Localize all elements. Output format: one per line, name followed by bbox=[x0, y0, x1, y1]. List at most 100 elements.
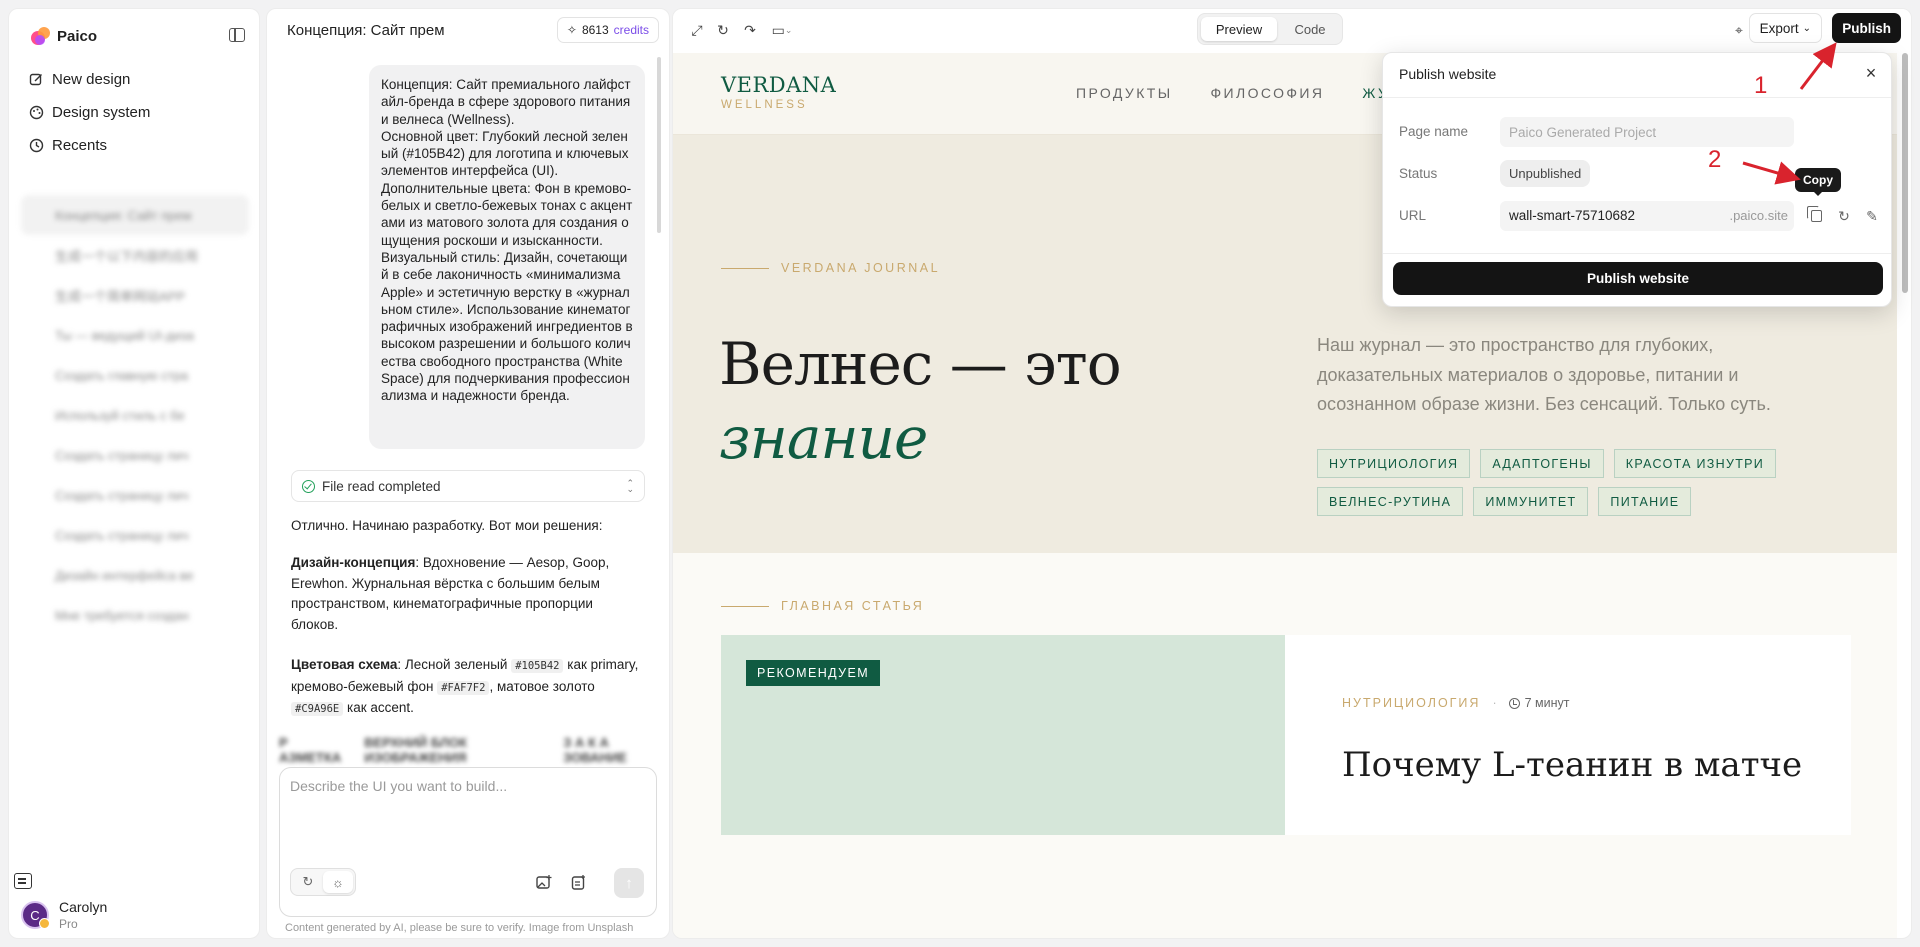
page-name-input[interactable] bbox=[1500, 117, 1794, 147]
app-name: Paico bbox=[57, 27, 98, 45]
publish-website-button[interactable]: Publish website bbox=[1393, 262, 1883, 295]
article-title: Почему L-теанин в матче bbox=[1342, 745, 1803, 785]
topic-tag[interactable]: НУТРИЦИОЛОГИЯ bbox=[1317, 449, 1471, 478]
eyebrow-line bbox=[721, 605, 769, 607]
user-name: Carolyn bbox=[59, 899, 108, 915]
url-field[interactable]: wall-smart-75710682 .paico.site bbox=[1500, 201, 1794, 231]
device-select-icon[interactable]: ▭ ⌄ bbox=[767, 20, 797, 40]
expand-icon[interactable]: ⤢ bbox=[687, 20, 707, 40]
site-nav: ПРОДУКТЫ ФИЛОСОФИЯ ЖУ bbox=[1076, 85, 1389, 101]
divider bbox=[1383, 97, 1891, 98]
prompt-box: ↻ ☼ ↑ bbox=[279, 767, 657, 917]
recent-item[interactable]: 生成一个简单网站APP bbox=[21, 275, 249, 315]
sidebar-collapse-icon[interactable] bbox=[229, 28, 245, 42]
section-eyebrow: ГЛАВНАЯ СТАТЬЯ bbox=[721, 599, 924, 613]
annotation-number-2: 2 bbox=[1708, 146, 1722, 173]
select-pointer-icon[interactable]: ⌖ bbox=[1729, 20, 1749, 40]
hero-description: Наш журнал — это пространство для глубок… bbox=[1317, 335, 1771, 414]
hero-title: Велнес — это знание bbox=[719, 327, 1122, 475]
read-time-text: 7 минут bbox=[1524, 696, 1570, 710]
nav-design-system[interactable]: Design system bbox=[29, 104, 150, 121]
dialog-title: Publish website bbox=[1399, 66, 1497, 82]
chat-panel: Концепция: Сайт прем ✧ 8613 credits Конц… bbox=[266, 8, 670, 939]
user-profile[interactable]: C Carolyn Pro bbox=[21, 899, 107, 931]
topic-tag[interactable]: ПИТАНИЕ bbox=[1598, 487, 1692, 516]
edit-url-icon[interactable]: ✎ bbox=[1862, 206, 1882, 226]
meta-separator: · bbox=[1492, 696, 1497, 710]
prompt-input[interactable] bbox=[290, 778, 640, 794]
site-brand[interactable]: VERDANA WELLNESS bbox=[721, 73, 836, 111]
code-tab[interactable]: Code bbox=[1280, 17, 1340, 41]
recent-item[interactable]: Создать страницу лич bbox=[21, 515, 249, 555]
regenerate-url-icon[interactable]: ↻ bbox=[1834, 206, 1854, 226]
recent-item[interactable]: Дизайн интерфейса ве bbox=[21, 555, 249, 595]
credits-badge[interactable]: ✧ 8613 credits bbox=[556, 17, 659, 43]
status-badge: Unpublished bbox=[1500, 160, 1591, 187]
paico-logo-icon bbox=[29, 25, 51, 47]
close-icon[interactable]: × bbox=[1861, 63, 1881, 83]
featured-article[interactable]: РЕКОМЕНДУЕМ НУТРИЦИОЛОГИЯ · 7 минут Поче… bbox=[721, 635, 1851, 835]
blurred-content: Р АЗМЕТКА ВЕРХНИЙ БЛОК ИЗОБРАЖЕНИЯ З А К… bbox=[279, 735, 659, 765]
recent-item[interactable]: Создать страницу лич bbox=[21, 475, 249, 515]
file-status-text: File read completed bbox=[322, 478, 441, 494]
user-message: Концепция: Сайт премиального лайфстайл-б… bbox=[369, 65, 645, 449]
export-button[interactable]: Export ⌄ bbox=[1748, 13, 1822, 43]
recent-item[interactable]: 生成一个以下内容的应用 bbox=[21, 235, 249, 275]
recent-item[interactable]: Мне требуется создан bbox=[21, 595, 249, 635]
feedback-icon[interactable] bbox=[14, 873, 32, 889]
chat-title: Концепция: Сайт прем bbox=[287, 22, 445, 39]
image-upload-icon[interactable] bbox=[533, 871, 555, 893]
nav-new-design[interactable]: New design bbox=[29, 71, 130, 88]
credits-count: 8613 bbox=[581, 23, 609, 37]
colors-text: : Лесной зеленый bbox=[397, 657, 512, 672]
page-name-label: Page name bbox=[1399, 124, 1469, 139]
recent-item[interactable]: Используй стиль с бе bbox=[21, 395, 249, 435]
file-read-status[interactable]: File read completed ⌃ ⌄ bbox=[291, 470, 645, 502]
blurred-text: ВЕРХНИЙ БЛОК ИЗОБРАЖЕНИЯ bbox=[364, 735, 468, 765]
view-toggle: Preview Code bbox=[1197, 13, 1343, 45]
color-code: #C9A96E bbox=[291, 702, 344, 716]
publish-button[interactable]: Publish bbox=[1832, 13, 1901, 43]
sparkle-icon: ✧ bbox=[566, 23, 577, 37]
site-nav-item[interactable]: ФИЛОСОФИЯ bbox=[1211, 85, 1325, 101]
recent-item[interactable]: Ты — ведущий UI-диза bbox=[21, 315, 249, 355]
preview-tab[interactable]: Preview bbox=[1201, 17, 1277, 41]
attach-file-icon[interactable] bbox=[567, 871, 589, 893]
recent-item[interactable]: Концепция: Сайт прем bbox=[21, 195, 249, 235]
copy-icon bbox=[1806, 206, 1822, 222]
copy-url-button[interactable] bbox=[1806, 206, 1826, 226]
topic-tag[interactable]: ВЕЛНЕС-РУТИНА bbox=[1317, 487, 1464, 516]
chat-scrollbar[interactable] bbox=[657, 57, 661, 233]
hero-title-accent: знание bbox=[719, 404, 928, 472]
article-meta: НУТРИЦИОЛОГИЯ · 7 минут bbox=[1342, 696, 1570, 710]
colors-label: Цветовая схема bbox=[291, 657, 398, 672]
app-window: Paico New design Design system Recents К… bbox=[0, 0, 1920, 947]
annotation-number-1: 1 bbox=[1754, 72, 1768, 99]
redo-icon[interactable]: ↷ bbox=[740, 20, 760, 40]
app-logo[interactable]: Paico bbox=[29, 25, 97, 47]
topic-tag[interactable]: ИММУНИТЕТ bbox=[1473, 487, 1589, 516]
divider bbox=[1383, 253, 1891, 254]
eyebrow-text: VERDANA JOURNAL bbox=[781, 261, 941, 275]
avatar: C bbox=[21, 901, 50, 929]
recent-item[interactable]: Создать главную стра bbox=[21, 355, 249, 395]
bulb-icon[interactable]: ☼ bbox=[323, 871, 353, 893]
featured-badge: РЕКОМЕНДУЕМ bbox=[746, 660, 881, 686]
topic-tag[interactable]: КРАСОТА ИЗНУТРИ bbox=[1613, 449, 1777, 478]
clock-icon bbox=[1508, 697, 1520, 709]
site-nav-item[interactable]: ПРОДУКТЫ bbox=[1076, 85, 1173, 101]
credits-label: credits bbox=[613, 23, 649, 37]
edit-icon bbox=[29, 72, 44, 87]
topic-tag[interactable]: АДАПТОГЕНЫ bbox=[1480, 449, 1604, 478]
assistant-concept: Дизайн-концепция: Вдохновение — Aesop, G… bbox=[291, 553, 641, 635]
brand-name: VERDANA bbox=[721, 73, 837, 97]
reload-icon[interactable]: ↻ bbox=[713, 20, 733, 40]
url-value: wall-smart-75710682 bbox=[1509, 208, 1636, 223]
assistant-intro: Отлично. Начинаю разработку. Вот мои реш… bbox=[291, 518, 603, 533]
mode-toggle[interactable]: ↻ ☼ bbox=[290, 868, 356, 896]
refresh-mode-icon[interactable]: ↻ bbox=[293, 871, 323, 893]
recent-item[interactable]: Создать страницу лич bbox=[21, 435, 249, 475]
nav-recents[interactable]: Recents bbox=[29, 137, 107, 154]
send-button[interactable]: ↑ bbox=[614, 868, 644, 898]
preview-scrollbar[interactable] bbox=[1902, 53, 1908, 293]
